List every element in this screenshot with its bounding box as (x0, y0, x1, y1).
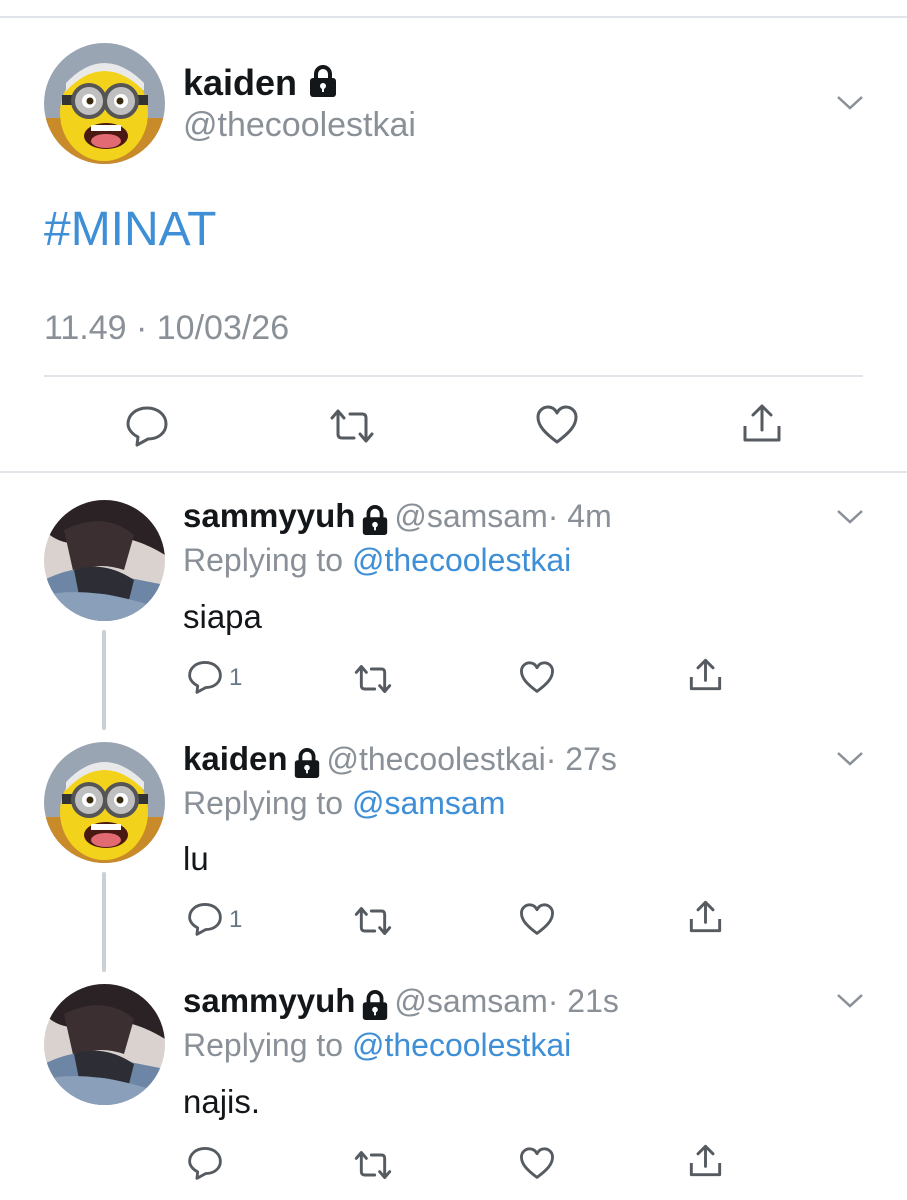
replying-to-label: Replying to (183, 785, 344, 821)
tweet-timestamp: 11.49 · 10/03/26 (44, 309, 290, 347)
chevron-down-icon[interactable] (836, 750, 864, 773)
replying-to-mention[interactable]: @thecoolestkai (352, 542, 571, 578)
reply-text: najis. (183, 1083, 261, 1120)
replying-to-mention[interactable]: @samsam (352, 785, 505, 821)
replying-to: Replying to @thecoolestkai (183, 1027, 571, 1064)
reply-text: lu (183, 840, 209, 877)
reply-text: siapa (183, 598, 262, 635)
replying-to: Replying to @thecoolestkai (183, 542, 571, 579)
lock-icon (292, 747, 322, 784)
like-icon[interactable] (519, 1147, 555, 1185)
replying-to-mention[interactable]: @thecoolestkai (352, 1027, 571, 1063)
like-icon[interactable] (519, 903, 555, 941)
like-icon[interactable] (535, 405, 579, 450)
tweet-hashtag[interactable]: #MINAT (44, 202, 216, 257)
section-divider (0, 471, 907, 473)
lock-icon (360, 989, 390, 1026)
reply-icon[interactable] (125, 405, 169, 452)
author-handle[interactable]: @thecoolestkai (183, 106, 416, 145)
reply-count: 1 (229, 906, 243, 933)
replying-to: Replying to @samsam (183, 785, 505, 822)
reply-icon[interactable] (187, 660, 223, 699)
replying-to-label: Replying to (183, 1027, 344, 1063)
chevron-down-icon[interactable] (836, 992, 864, 1015)
timestamp-divider (44, 375, 863, 377)
reply-author-handle[interactable]: @thecoolestkai (326, 741, 545, 777)
reply-author-name[interactable]: kaiden (183, 740, 288, 777)
author-name-text[interactable]: kaiden (183, 62, 297, 103)
avatar-sammyyuh[interactable] (44, 500, 165, 621)
avatar-sammyyuh[interactable] (44, 984, 165, 1105)
reply-author-handle[interactable]: @samsam (394, 983, 547, 1019)
reply-header: sammyyuh @samsam· 4m (183, 497, 612, 541)
share-icon[interactable] (688, 1143, 723, 1183)
reply-time: · 27s (545, 741, 617, 777)
retweet-icon[interactable] (353, 906, 393, 941)
reply-time: · 4m (547, 498, 612, 534)
chevron-down-icon[interactable] (836, 508, 864, 531)
chevron-down-icon[interactable] (836, 94, 864, 117)
share-icon[interactable] (688, 899, 723, 939)
reply-icon[interactable] (187, 1146, 223, 1185)
retweet-icon[interactable] (328, 408, 376, 449)
retweet-icon[interactable] (353, 1150, 393, 1185)
avatar-kaiden[interactable] (44, 742, 165, 863)
reply-author-name[interactable]: sammyyuh (183, 982, 355, 1019)
reply-author-name[interactable]: sammyyuh (183, 497, 355, 534)
reply-header: sammyyuh @samsam· 21s (183, 982, 619, 1026)
reply-header: kaiden @thecoolestkai· 27s (183, 740, 617, 784)
share-icon[interactable] (741, 402, 783, 449)
replying-to-label: Replying to (183, 542, 344, 578)
lock-icon (360, 504, 390, 541)
lock-icon (307, 64, 339, 107)
thread-line (102, 630, 106, 730)
like-icon[interactable] (519, 661, 555, 699)
reply-time: · 21s (547, 983, 619, 1019)
reply-count: 1 (229, 664, 243, 691)
author-name[interactable]: kaiden (183, 62, 339, 107)
reply-author-handle[interactable]: @samsam (394, 498, 547, 534)
share-icon[interactable] (688, 657, 723, 697)
avatar-kaiden[interactable] (44, 43, 165, 164)
thread-line (102, 872, 106, 972)
retweet-icon[interactable] (353, 664, 393, 699)
top-divider (0, 16, 907, 18)
reply-icon[interactable] (187, 902, 223, 941)
